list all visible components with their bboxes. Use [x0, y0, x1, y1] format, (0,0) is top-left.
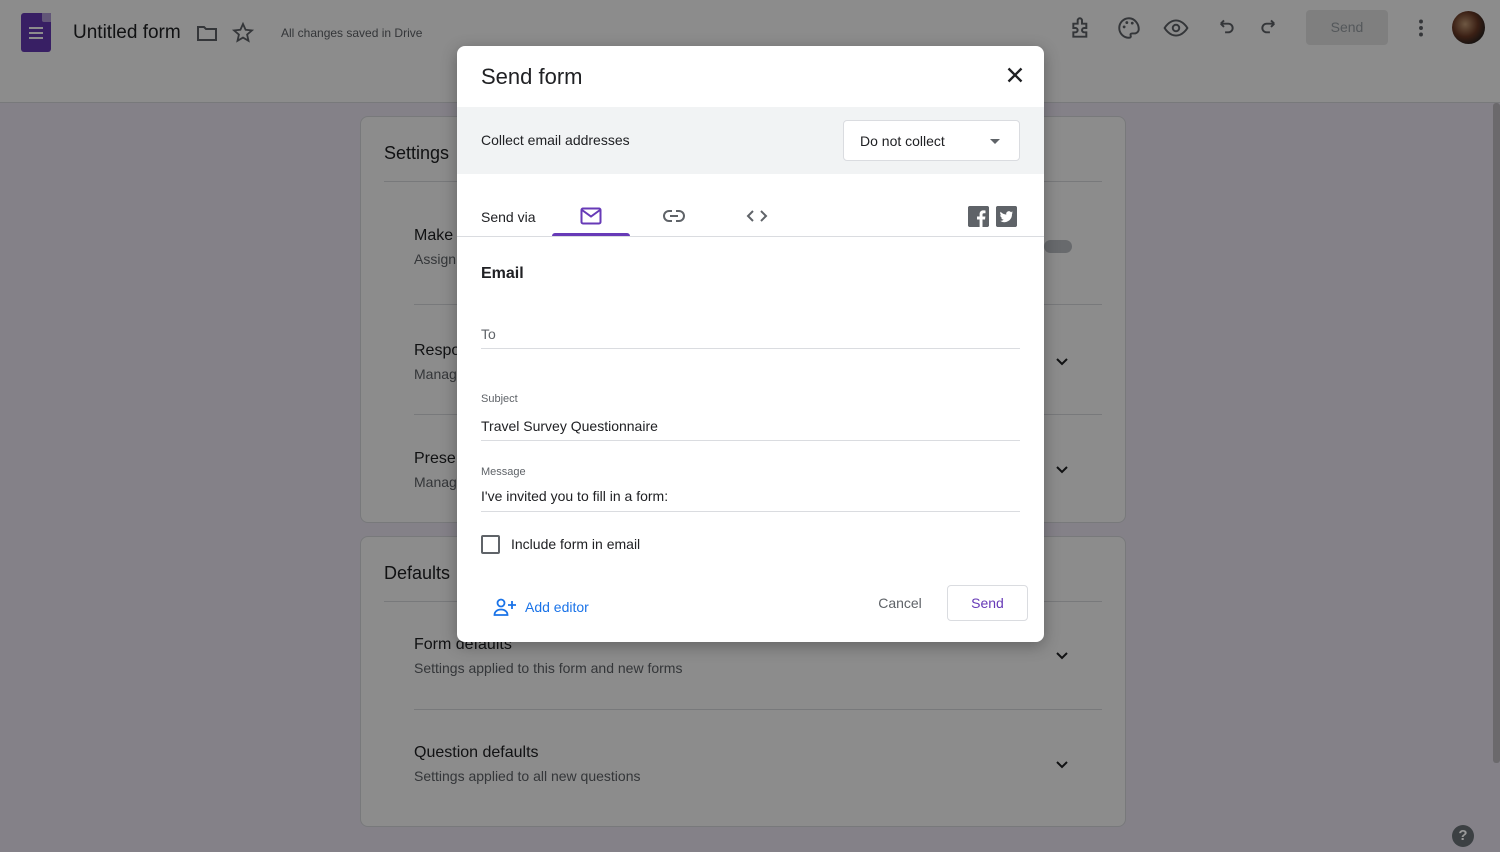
subject-field[interactable]: [481, 415, 1020, 441]
collect-email-value: Do not collect: [860, 133, 945, 149]
add-editor-button[interactable]: Add editor: [493, 595, 589, 619]
email-icon: [580, 207, 602, 225]
divider: [457, 236, 1044, 237]
email-section-heading: Email: [481, 265, 524, 282]
collect-email-label: Collect email addresses: [481, 132, 630, 148]
tab-link[interactable]: [635, 196, 713, 236]
send-button[interactable]: Send: [947, 585, 1028, 621]
person-add-icon: [493, 598, 516, 616]
help-icon[interactable]: ?: [1452, 825, 1474, 847]
include-form-checkbox[interactable]: [481, 535, 500, 554]
facebook-icon[interactable]: [968, 206, 989, 227]
message-field[interactable]: [481, 485, 1020, 512]
collect-email-dropdown[interactable]: Do not collect: [843, 120, 1020, 161]
include-form-label[interactable]: Include form in email: [511, 536, 640, 552]
message-label: Message: [481, 466, 526, 478]
close-icon[interactable]: [1002, 62, 1028, 88]
collect-email-row: Collect email addresses Do not collect: [457, 107, 1044, 174]
to-input[interactable]: [481, 323, 1020, 345]
message-input[interactable]: [481, 485, 1020, 507]
embed-code-icon: [746, 210, 768, 222]
link-icon: [663, 210, 685, 222]
dialog-title: Send form: [481, 64, 583, 89]
to-field[interactable]: [481, 323, 1020, 349]
send-form-dialog: Send form Collect email addresses Do not…: [457, 46, 1044, 642]
tab-email[interactable]: [552, 196, 630, 236]
dropdown-arrow-icon: [990, 139, 1000, 144]
tab-embed[interactable]: [718, 196, 796, 236]
twitter-icon[interactable]: [996, 206, 1017, 227]
page-scrollbar[interactable]: [1493, 103, 1500, 763]
add-editor-label: Add editor: [525, 599, 589, 615]
cancel-button[interactable]: Cancel: [865, 586, 935, 621]
subject-label: Subject: [481, 393, 518, 405]
subject-input[interactable]: [481, 415, 1020, 437]
send-via-label: Send via: [481, 209, 536, 225]
